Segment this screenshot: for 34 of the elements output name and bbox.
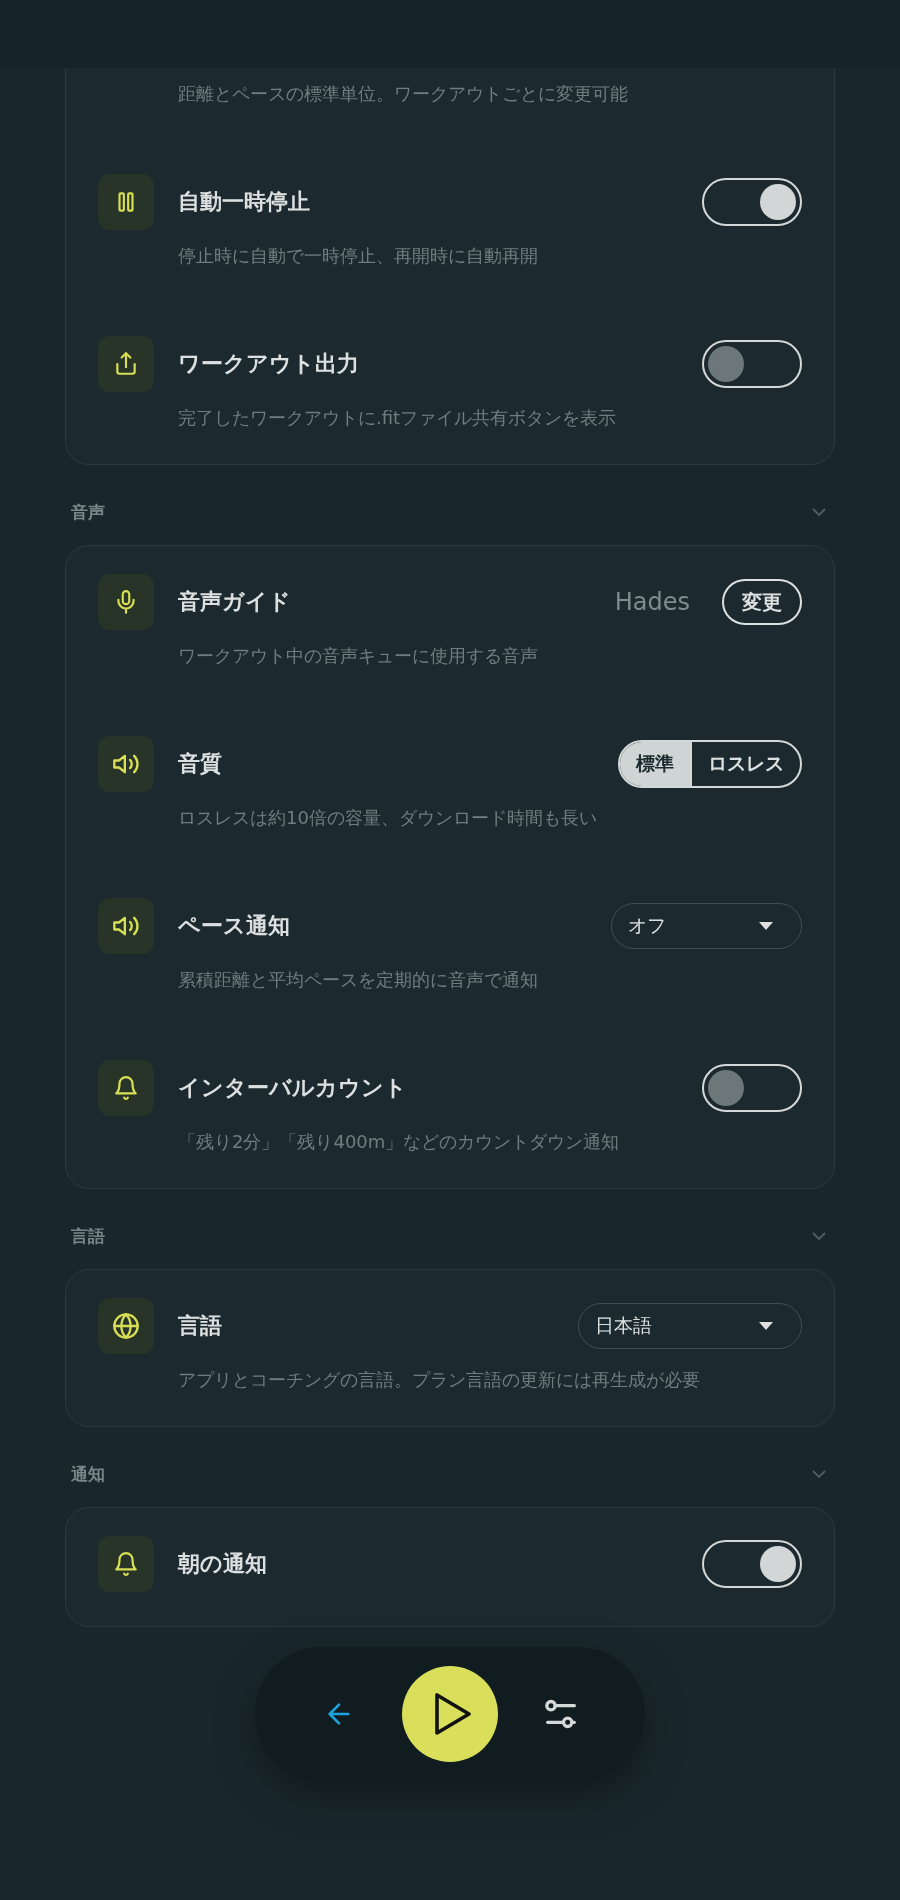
- setting-title: 音質: [178, 750, 222, 778]
- segment-option[interactable]: 標準: [620, 742, 690, 786]
- setting-title: インターバルカウント: [178, 1074, 407, 1102]
- segment-option[interactable]: ロスレス: [690, 742, 800, 786]
- globe-icon: [112, 1312, 140, 1340]
- setting-description: 「残り2分」「残り400m」などのカウントダウン通知: [178, 1130, 621, 1154]
- setting-description: 距離とペースの標準単位。ワークアウトごとに変更可能: [178, 82, 629, 106]
- setting-description: 完了したワークアウトに.fitファイル共有ボタンを表示: [178, 406, 618, 430]
- setting-title: ペース通知: [178, 912, 290, 940]
- caret-icon: [759, 922, 773, 930]
- toggle-switch[interactable]: [702, 340, 802, 388]
- section-title: 言語: [71, 1224, 105, 1248]
- share-icon: [113, 351, 139, 377]
- bell-icon: [113, 1551, 139, 1577]
- setting-description: 累積距離と平均ペースを定期的に音声で通知: [178, 968, 539, 992]
- voice-value: Hades: [614, 588, 690, 616]
- bell-icon: [113, 1075, 139, 1101]
- caret-icon: [759, 1322, 773, 1330]
- setting-title: ワークアウト出力: [178, 350, 359, 378]
- change-button[interactable]: 変更: [722, 579, 802, 625]
- play-icon: [433, 1692, 473, 1736]
- setting-title: 自動一時停止: [178, 188, 310, 216]
- toggle-switch[interactable]: [702, 1064, 802, 1112]
- setting-title: 言語: [178, 1312, 222, 1340]
- section-title: 通知: [71, 1462, 105, 1486]
- setting-title: 音声ガイド: [178, 588, 291, 616]
- toggle-switch[interactable]: [702, 178, 802, 226]
- setting-description: ワークアウト中の音声キューに使用する音声: [178, 644, 539, 668]
- setting-description: アプリとコーチングの言語。プラン言語の更新には再生成が必要: [178, 1368, 701, 1392]
- section-title: 音声: [71, 500, 105, 524]
- setting-description: 停止時に自動で一時停止、再開時に自動再開: [178, 244, 539, 268]
- setting-description: ロスレスは約10倍の容量、ダウンロード時間も長い: [178, 806, 598, 830]
- setting-title: 朝の通知: [178, 1550, 267, 1578]
- toggle-switch[interactable]: [702, 1540, 802, 1588]
